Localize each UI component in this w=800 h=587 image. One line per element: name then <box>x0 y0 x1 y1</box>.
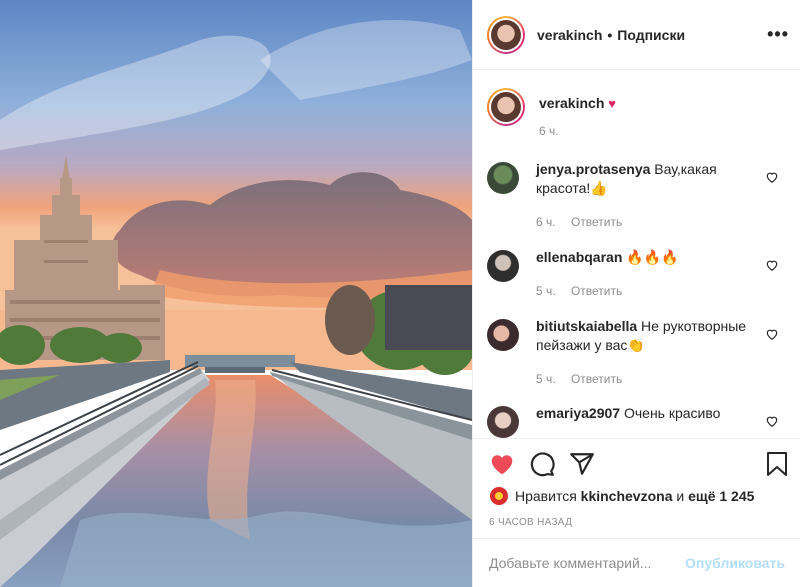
photo-canvas <box>0 0 472 587</box>
comment-username[interactable]: ellenabqaran <box>536 249 622 265</box>
post-actions: Нравится kkinchevzona и ещё 1 245 6 ЧАСО… <box>473 438 800 538</box>
commenter-avatar[interactable] <box>487 250 519 282</box>
commenter-avatar[interactable] <box>487 319 519 351</box>
comment-username[interactable]: jenya.protasenya <box>536 161 650 177</box>
like-comment-heart-icon[interactable] <box>765 414 779 428</box>
like-heart-icon[interactable] <box>489 451 515 477</box>
reply-button[interactable]: Ответить <box>571 372 622 386</box>
post-photo[interactable] <box>0 0 472 587</box>
caption-avatar[interactable] <box>487 88 525 126</box>
likes-count[interactable]: ещё 1 245 <box>688 488 754 504</box>
like-comment-heart-icon[interactable] <box>765 327 779 341</box>
comment-body: jenya.protasenya Вау,какая красота!👍 6 ч… <box>536 160 766 232</box>
commenter-avatar[interactable] <box>487 162 519 194</box>
reply-button[interactable]: Ответить <box>571 284 622 298</box>
comment-item: emariya2907 Очень красиво <box>487 404 787 438</box>
liker-username[interactable]: kkinchevzona <box>581 488 673 504</box>
share-icon[interactable] <box>569 451 595 477</box>
comment-body: ellenabqaran 🔥🔥🔥 5 ч. Ответить <box>536 248 766 301</box>
comment-item: ellenabqaran 🔥🔥🔥 5 ч. Ответить <box>487 248 787 301</box>
comment-text: 🔥🔥🔥 <box>626 249 679 265</box>
comment-body: bitiutskaiabella Не рукотворные пейзажи … <box>536 317 766 389</box>
author-username[interactable]: verakinch <box>537 27 602 43</box>
comment-meta: 5 ч. Ответить <box>536 282 766 301</box>
comments-list[interactable]: verakinch ♥ 6 ч. jenya.protasenya Вау,ка… <box>473 70 800 438</box>
post-caption: verakinch ♥ 6 ч. <box>487 88 616 138</box>
likes-middle: и <box>676 488 685 504</box>
comment-body: emariya2907 Очень красиво <box>536 404 766 438</box>
more-options-icon[interactable]: ••• <box>767 24 789 45</box>
avatar-inner <box>489 90 523 124</box>
comment-icon[interactable] <box>529 451 555 477</box>
reply-button[interactable]: Ответить <box>571 215 622 229</box>
caption-meta: 6 ч. <box>539 124 616 138</box>
comment-time[interactable]: 5 ч. <box>536 284 556 298</box>
header-separator: • <box>607 26 613 43</box>
liker-avatar[interactable] <box>489 486 509 506</box>
caption-body: verakinch ♥ 6 ч. <box>539 95 616 138</box>
post-header: verakinch • Подписки ••• <box>473 0 800 70</box>
comment-meta: 5 ч. Ответить <box>536 370 766 389</box>
comment-username[interactable]: emariya2907 <box>536 405 620 421</box>
comment-item: bitiutskaiabella Не рукотворные пейзажи … <box>487 317 787 389</box>
avatar-image <box>491 92 521 122</box>
likes-prefix: Нравится <box>515 488 577 504</box>
publish-button[interactable]: Опубликовать <box>685 555 785 571</box>
comment-time[interactable]: 6 ч. <box>536 215 556 229</box>
action-icons <box>489 451 789 477</box>
comment-item: jenya.protasenya Вау,какая красота!👍 6 ч… <box>487 160 787 232</box>
post-side-panel: verakinch • Подписки ••• verakinch ♥ 6 ч… <box>472 0 800 587</box>
caption-username[interactable]: verakinch <box>539 95 604 111</box>
like-comment-heart-icon[interactable] <box>765 170 779 184</box>
heart-emoji: ♥ <box>608 96 616 111</box>
author-avatar[interactable] <box>487 15 525 54</box>
like-comment-heart-icon[interactable] <box>765 258 779 272</box>
comment-username[interactable]: bitiutskaiabella <box>536 318 637 334</box>
save-bookmark-icon[interactable] <box>765 451 789 477</box>
comment-text: Очень красиво <box>623 405 721 421</box>
commenter-avatar[interactable] <box>487 406 519 438</box>
comment-meta: 6 ч. Ответить <box>536 213 766 232</box>
avatar-inner <box>489 17 523 52</box>
likes-summary: Нравится kkinchevzona и ещё 1 245 <box>489 486 754 506</box>
header-text: verakinch • Подписки <box>537 27 685 43</box>
avatar-image <box>491 19 521 50</box>
comment-input[interactable] <box>489 555 686 571</box>
following-button[interactable]: Подписки <box>617 27 685 43</box>
post-container: verakinch • Подписки ••• verakinch ♥ 6 ч… <box>0 0 800 587</box>
comment-time[interactable]: 5 ч. <box>536 372 556 386</box>
post-time-ago[interactable]: 6 ЧАСОВ НАЗАД <box>489 517 572 528</box>
caption-time[interactable]: 6 ч. <box>539 124 559 138</box>
add-comment-bar: Опубликовать <box>473 538 800 587</box>
